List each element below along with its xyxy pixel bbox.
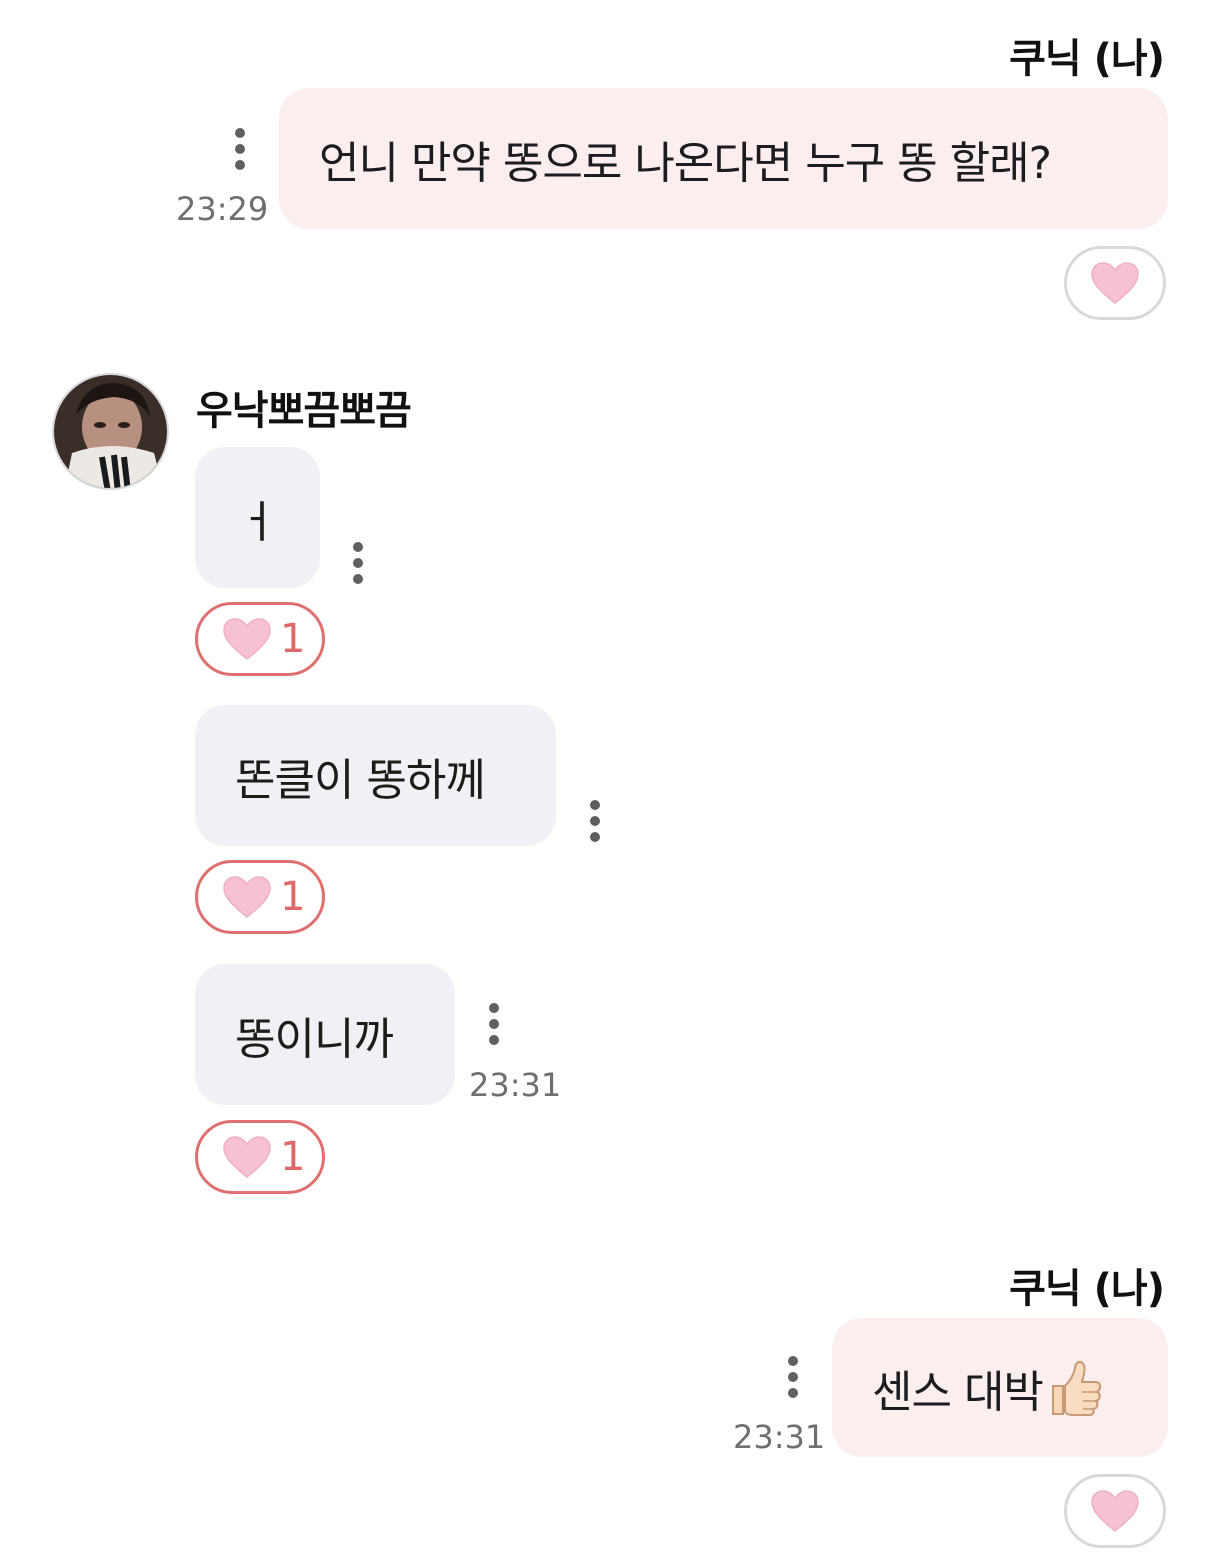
- message-more-icon[interactable]: [488, 1003, 500, 1045]
- their-message-bubble[interactable]: 똔클이 똥하께: [195, 705, 556, 846]
- sender-avatar[interactable]: [52, 373, 169, 490]
- message-more-icon[interactable]: [787, 1356, 799, 1398]
- heart-icon: [1091, 262, 1139, 304]
- my-message-bubble[interactable]: 언니 만약 똥으로 나온다면 누구 똥 할래?: [279, 88, 1168, 229]
- message-text: 똥이니까: [235, 1013, 394, 1065]
- thumbs-up-icon: [1051, 1360, 1102, 1416]
- message-more-icon[interactable]: [352, 542, 364, 584]
- heart-icon: [1091, 1490, 1139, 1532]
- reaction-count: 1: [280, 874, 306, 920]
- message-more-icon[interactable]: [234, 128, 246, 170]
- my-message-bubble[interactable]: 센스 대박: [832, 1318, 1168, 1457]
- add-reaction-button[interactable]: [1064, 1474, 1166, 1548]
- add-reaction-button[interactable]: [1064, 246, 1166, 320]
- message-text: 언니 만약 똥으로 나온다면 누구 똥 할래?: [319, 137, 1052, 189]
- message-time: 23:29: [176, 190, 269, 228]
- my-sender-name: 쿠닉 (나): [1009, 36, 1165, 82]
- their-message-bubble[interactable]: 똥이니까: [195, 964, 455, 1105]
- message-text: 똔클이 똥하께: [235, 754, 486, 806]
- message-text: 센스 대박: [872, 1366, 1044, 1418]
- their-message-bubble[interactable]: ㅓ: [195, 447, 320, 588]
- heart-icon: [223, 618, 271, 660]
- reaction-button[interactable]: 1: [195, 860, 325, 934]
- reaction-button[interactable]: 1: [195, 1120, 325, 1194]
- their-sender-name: 우낙뽀끔뽀끔: [196, 388, 412, 434]
- avatar-image: [54, 375, 167, 488]
- message-time: 23:31: [469, 1066, 562, 1104]
- my-sender-name: 쿠닉 (나): [1009, 1266, 1165, 1312]
- reaction-button[interactable]: 1: [195, 602, 325, 676]
- message-more-icon[interactable]: [589, 800, 601, 842]
- reaction-count: 1: [280, 616, 306, 662]
- heart-icon: [223, 1136, 271, 1178]
- message-time: 23:31: [733, 1418, 826, 1456]
- reaction-count: 1: [280, 1134, 306, 1180]
- message-text: ㅓ: [237, 496, 278, 548]
- heart-icon: [223, 876, 271, 918]
